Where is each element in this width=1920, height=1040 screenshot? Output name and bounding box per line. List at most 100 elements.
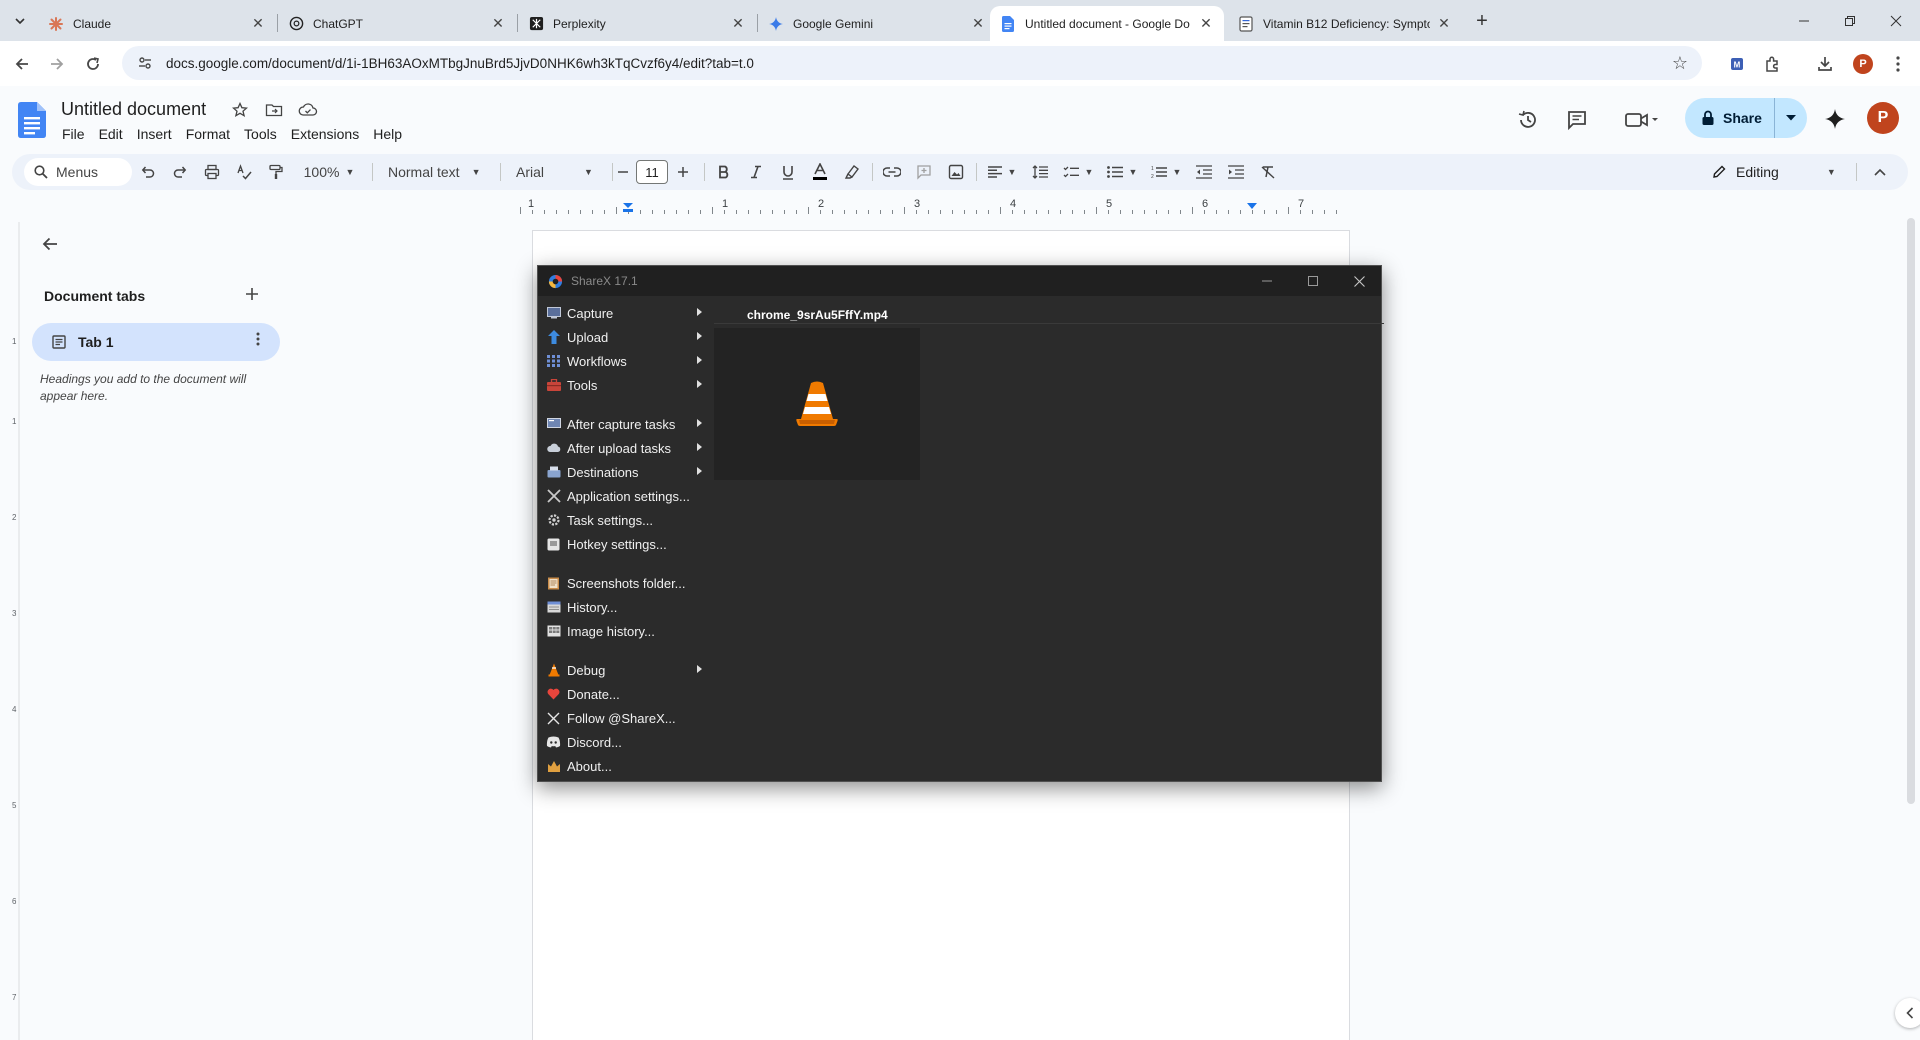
sharex-menu-about[interactable]: About... bbox=[538, 754, 708, 778]
tab-search-button[interactable] bbox=[8, 9, 32, 33]
add-comment-button[interactable] bbox=[912, 160, 936, 184]
site-info-icon[interactable] bbox=[136, 54, 154, 72]
address-bar[interactable]: docs.google.com/document/d/1i-1BH63AOxMT… bbox=[122, 46, 1702, 80]
clear-formatting-button[interactable] bbox=[1256, 160, 1280, 184]
menu-file[interactable]: File bbox=[56, 124, 91, 144]
text-color-button[interactable] bbox=[808, 160, 832, 184]
hide-menus-button[interactable] bbox=[1868, 160, 1892, 184]
close-tab-icon[interactable]: ✕ bbox=[970, 15, 986, 32]
menu-tools[interactable]: Tools bbox=[238, 124, 283, 144]
sharex-file-name[interactable]: chrome_9srAu5FffY.mp4 bbox=[747, 308, 888, 322]
sharex-menu-destinations[interactable]: Destinations bbox=[538, 460, 708, 484]
vertical-scrollbar[interactable] bbox=[1907, 218, 1915, 804]
close-window-button[interactable] bbox=[1868, 0, 1920, 41]
sharex-minimize-button[interactable] bbox=[1244, 266, 1290, 296]
menu-edit[interactable]: Edit bbox=[93, 124, 129, 144]
increase-font-size-button[interactable] bbox=[672, 160, 694, 184]
increase-indent-button[interactable] bbox=[1224, 160, 1248, 184]
browser-tab-chatgpt[interactable]: ChatGPT ✕ bbox=[278, 6, 516, 41]
decrease-font-size-button[interactable] bbox=[612, 160, 634, 184]
menu-format[interactable]: Format bbox=[180, 124, 236, 144]
browser-tab-untitled-document[interactable]: Untitled document - Google Do ✕ bbox=[990, 6, 1224, 41]
sharex-menu-donate[interactable]: Donate... bbox=[538, 682, 708, 706]
sharex-menu-upload[interactable]: Upload bbox=[538, 325, 708, 349]
bulleted-list-button[interactable]: ▼ bbox=[1104, 160, 1140, 184]
close-tab-icon[interactable]: ✕ bbox=[1436, 15, 1452, 32]
sharex-menu-history[interactable]: History... bbox=[538, 595, 708, 619]
bold-button[interactable] bbox=[712, 160, 736, 184]
insert-link-button[interactable] bbox=[880, 160, 904, 184]
sharex-close-button[interactable] bbox=[1336, 266, 1382, 296]
redo-button[interactable] bbox=[168, 160, 192, 184]
right-indent-marker-icon[interactable] bbox=[1246, 202, 1258, 212]
undo-button[interactable] bbox=[136, 160, 160, 184]
sharex-menu-application-settings[interactable]: Application settings... bbox=[538, 484, 708, 508]
sharex-menu-screenshots-folder[interactable]: Screenshots folder... bbox=[538, 571, 708, 595]
horizontal-ruler[interactable]: 1 1 2 3 4 5 6 7 bbox=[520, 196, 1348, 216]
bookmark-star-icon[interactable]: ☆ bbox=[1672, 53, 1688, 74]
sharex-menu-hotkey-settings[interactable]: Hotkey settings... bbox=[538, 532, 708, 556]
sharex-menu-discord[interactable]: Discord... bbox=[538, 730, 708, 754]
sharex-menu-task-settings[interactable]: Task settings... bbox=[538, 508, 708, 532]
menu-extensions[interactable]: Extensions bbox=[285, 124, 365, 144]
new-tab-button[interactable]: + bbox=[1470, 9, 1494, 33]
paint-format-button[interactable] bbox=[264, 160, 288, 184]
meet-button[interactable] bbox=[1618, 104, 1666, 136]
browser-tab-gemini[interactable]: Google Gemini ✕ bbox=[758, 6, 996, 41]
version-history-button[interactable] bbox=[1512, 104, 1544, 136]
left-indent-marker-icon[interactable] bbox=[622, 202, 634, 214]
account-avatar[interactable]: P bbox=[1867, 102, 1899, 134]
browser-tab-perplexity[interactable]: Perplexity ✕ bbox=[518, 6, 756, 41]
share-button[interactable]: Share bbox=[1685, 98, 1807, 138]
share-dropdown-button[interactable] bbox=[1775, 115, 1807, 121]
zoom-select[interactable]: 100% ▼ bbox=[294, 160, 364, 184]
editing-mode-select[interactable]: Editing ▼ bbox=[1712, 158, 1836, 186]
insert-image-button[interactable] bbox=[944, 160, 968, 184]
decrease-indent-button[interactable] bbox=[1192, 160, 1216, 184]
close-tab-icon[interactable]: ✕ bbox=[730, 15, 746, 32]
reload-button[interactable] bbox=[80, 51, 106, 77]
close-tab-icon[interactable]: ✕ bbox=[1198, 15, 1214, 32]
sharex-menu-after-upload-tasks[interactable]: After upload tasks bbox=[538, 436, 708, 460]
line-spacing-button[interactable] bbox=[1028, 160, 1052, 184]
align-button[interactable]: ▼ bbox=[984, 160, 1020, 184]
sharex-menu-capture[interactable]: Capture bbox=[538, 301, 708, 325]
add-tab-button[interactable] bbox=[242, 284, 262, 304]
sharex-file-thumbnail[interactable] bbox=[714, 328, 920, 480]
sharex-menu-tools[interactable]: Tools bbox=[538, 373, 708, 397]
close-outline-button[interactable] bbox=[38, 232, 62, 256]
sharex-menu-image-history[interactable]: Image history... bbox=[538, 619, 708, 643]
gemini-button[interactable] bbox=[1820, 104, 1850, 134]
sharex-menu-debug[interactable]: Debug bbox=[538, 658, 708, 682]
star-icon[interactable] bbox=[230, 100, 250, 120]
docs-logo-icon[interactable] bbox=[18, 102, 46, 138]
checklist-button[interactable]: ▼ bbox=[1060, 160, 1096, 184]
search-menus-input[interactable]: Menus bbox=[24, 158, 132, 186]
menu-insert[interactable]: Insert bbox=[131, 124, 178, 144]
underline-button[interactable] bbox=[776, 160, 800, 184]
close-tab-icon[interactable]: ✕ bbox=[250, 15, 266, 32]
comments-button[interactable] bbox=[1561, 104, 1593, 136]
document-title[interactable]: Untitled document bbox=[61, 99, 206, 120]
spellcheck-button[interactable] bbox=[232, 160, 256, 184]
side-panel-toggle-button[interactable] bbox=[1895, 998, 1920, 1028]
back-button[interactable] bbox=[9, 51, 35, 77]
sharex-maximize-button[interactable] bbox=[1290, 266, 1336, 296]
browser-tab-claude[interactable]: Claude ✕ bbox=[38, 6, 276, 41]
tab-options-icon[interactable] bbox=[256, 332, 260, 351]
downloads-button[interactable] bbox=[1812, 51, 1838, 77]
print-button[interactable] bbox=[200, 160, 224, 184]
italic-button[interactable] bbox=[744, 160, 768, 184]
menu-help[interactable]: Help bbox=[367, 124, 408, 144]
extensions-menu-button[interactable] bbox=[1760, 51, 1786, 77]
document-tab-item[interactable]: Tab 1 bbox=[32, 323, 280, 361]
sharex-menu-after-capture-tasks[interactable]: After capture tasks bbox=[538, 412, 708, 436]
forward-button[interactable] bbox=[44, 51, 70, 77]
move-folder-icon[interactable] bbox=[264, 100, 284, 120]
extension-button[interactable]: M bbox=[1724, 51, 1750, 77]
browser-tab-vitamin-b12[interactable]: Vitamin B12 Deficiency: Sympto ✕ bbox=[1228, 6, 1462, 41]
font-family-select[interactable]: Arial ▼ bbox=[508, 160, 606, 184]
highlight-color-button[interactable] bbox=[840, 160, 864, 184]
numbered-list-button[interactable]: 12 ▼ bbox=[1148, 160, 1184, 184]
close-tab-icon[interactable]: ✕ bbox=[490, 15, 506, 32]
